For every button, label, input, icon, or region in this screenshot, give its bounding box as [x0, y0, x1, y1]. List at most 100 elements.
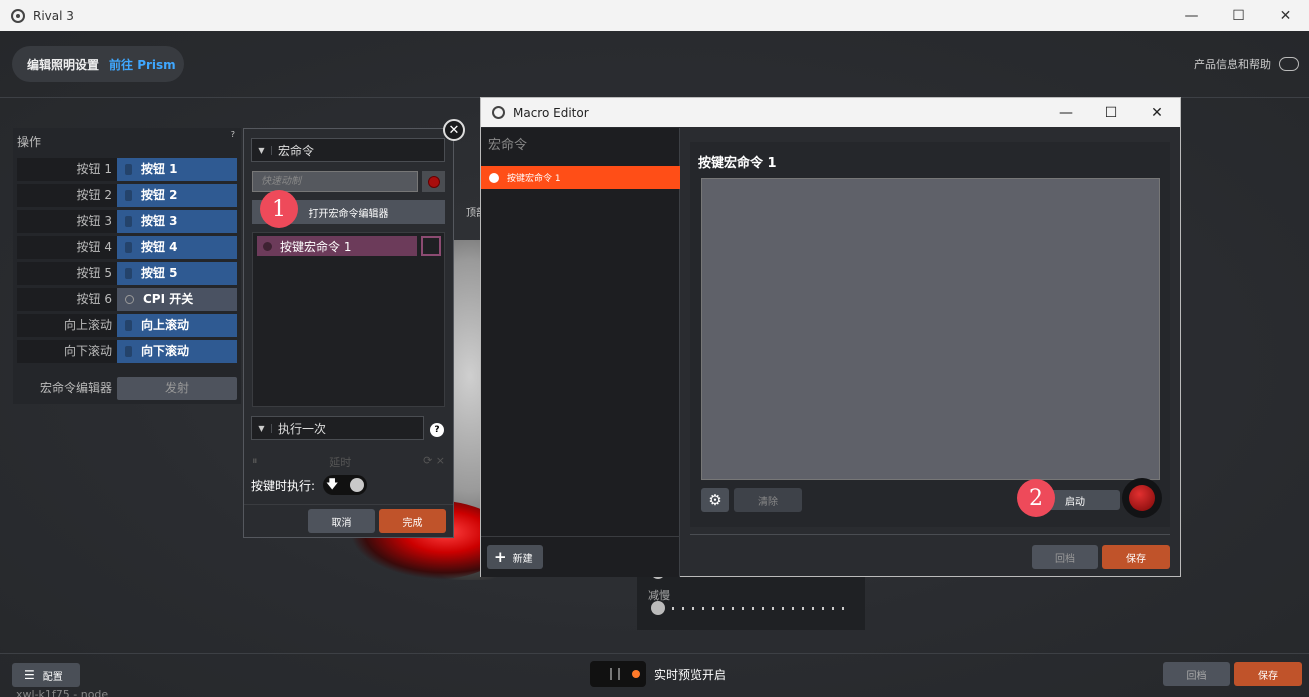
- cancel-button[interactable]: 取消: [308, 509, 375, 533]
- macro-name-title: 按键宏命令 1: [698, 156, 777, 171]
- toggle-grip-icon: [610, 668, 620, 680]
- binding-row-4: 按钮 4 按钮 4: [17, 236, 237, 259]
- binding-row-6: 按钮 6 CPI 开关: [17, 288, 237, 311]
- slider-track[interactable]: [652, 607, 852, 610]
- binding-value[interactable]: 按钮 3: [117, 210, 237, 233]
- pause-icon[interactable]: ⏸: [252, 454, 258, 470]
- mouse-button-icon: [125, 346, 132, 357]
- list-icon: ☰: [24, 668, 35, 682]
- macro-sidebar-item-label: 按键宏命令 1: [507, 174, 561, 184]
- help-cloud-icon: [1279, 57, 1299, 71]
- macro-list: 按键宏命令 1: [252, 232, 445, 407]
- minimize-button[interactable]: —: [1168, 0, 1215, 31]
- macro-editor-label: 宏命令编辑器: [39, 381, 112, 395]
- settings-gear-button[interactable]: ⚙: [701, 488, 729, 512]
- binding-value[interactable]: 按钮 5: [117, 262, 237, 285]
- binding-value[interactable]: 按钮 1: [117, 158, 237, 181]
- step-badge-2: 2: [1017, 479, 1055, 517]
- binding-value-text: 按钮 2: [141, 188, 178, 202]
- binding-value[interactable]: 按钮 4: [117, 236, 237, 259]
- divider: [0, 653, 1309, 654]
- mouse-button-icon: [125, 216, 132, 227]
- macro-checkbox[interactable]: [421, 236, 441, 256]
- binding-label: 按钮 1: [17, 158, 117, 181]
- execute-help-icon[interactable]: ?: [430, 423, 444, 437]
- binding-row-5: 按钮 5 按钮 5: [17, 262, 237, 285]
- dropdown-arrow-icon: ▼: [252, 145, 272, 155]
- macro-list-item[interactable]: 按键宏命令 1: [257, 236, 417, 256]
- macro-sidebar-header: 宏命令: [488, 138, 528, 153]
- config-label: 配置: [42, 671, 63, 683]
- binding-value-text: 按钮 3: [141, 214, 178, 228]
- go-prism-link[interactable]: 前往 Prism: [109, 56, 176, 73]
- help-icon[interactable]: ?: [231, 130, 235, 139]
- delay-option[interactable]: 延时: [329, 454, 351, 470]
- action-type-value: 宏命令: [278, 143, 315, 158]
- help-link[interactable]: 产品信息和帮助: [1194, 56, 1299, 72]
- window-controls: — ☐ ✕: [1168, 0, 1309, 31]
- press-execute-toggle[interactable]: 🡇: [323, 475, 368, 495]
- execute-mode-value: 执行一次: [278, 421, 327, 436]
- button-assignment-panel: 操作 ? 按钮 1 按钮 1 按钮 2 按钮 2 按钮 3 按钮 3 按钮 4 …: [13, 128, 241, 404]
- binding-row-1: 按钮 1 按钮 1: [17, 158, 237, 181]
- macro-event-area[interactable]: [701, 178, 1160, 480]
- record-icon: [1129, 485, 1155, 511]
- config-button[interactable]: ☰ 配置: [12, 663, 80, 687]
- mouse-button-icon: [125, 242, 132, 253]
- binding-value-text: 向下滚动: [141, 344, 190, 358]
- binding-label: 向上滚动: [17, 314, 117, 337]
- record-button[interactable]: [422, 171, 445, 192]
- quick-record-input[interactable]: 快速动制: [252, 171, 418, 192]
- binding-value-text: 按钮 5: [141, 266, 178, 280]
- slider-knob[interactable]: [651, 601, 665, 615]
- new-macro-button[interactable]: + 新建: [487, 545, 543, 569]
- action-type-select[interactable]: ▼ 宏命令: [251, 138, 445, 162]
- step-badge-1: 1: [260, 190, 298, 228]
- lighting-bar: 编辑照明设置 前往 Prism: [12, 46, 184, 82]
- press-execute-row: 按键时执行: 🡇: [251, 475, 368, 495]
- cpi-icon: [125, 295, 134, 304]
- record-icon: [427, 175, 440, 188]
- binding-value[interactable]: 向下滚动: [117, 340, 237, 363]
- mouse-button-icon: [125, 190, 132, 201]
- me-maximize-button[interactable]: ☐: [1088, 98, 1134, 127]
- binding-value-text: 按钮 1: [141, 162, 178, 176]
- divider: [244, 504, 453, 505]
- close-button[interactable]: ✕: [1262, 0, 1309, 31]
- save-button[interactable]: 保存: [1234, 662, 1302, 686]
- macro-sidebar-item[interactable]: 按键宏命令 1: [481, 166, 680, 189]
- me-revert-button[interactable]: 回档: [1032, 545, 1098, 569]
- me-close-button[interactable]: ✕: [1134, 98, 1180, 127]
- mouse-button-icon: [125, 164, 132, 175]
- me-minimize-button[interactable]: —: [1043, 98, 1089, 127]
- binding-value[interactable]: 向上滚动: [117, 314, 237, 337]
- preview-led-icon: [632, 670, 640, 678]
- repeat-icon[interactable]: ⟳ ×: [423, 454, 445, 470]
- revert-button[interactable]: 回档: [1163, 662, 1230, 686]
- maximize-button[interactable]: ☐: [1215, 0, 1262, 31]
- binding-label: 按钮 4: [17, 236, 117, 259]
- execute-mode-select[interactable]: ▼ 执行一次: [251, 416, 424, 440]
- live-preview-label: 实时预览开启: [654, 667, 727, 682]
- binding-value[interactable]: CPI 开关: [117, 288, 237, 311]
- macro-editor-row: 宏命令编辑器 发射: [17, 377, 237, 400]
- binding-label: 按钮 3: [17, 210, 117, 233]
- new-macro-label: 新建: [512, 553, 533, 565]
- binding-value-text: 向上滚动: [141, 318, 190, 332]
- press-execute-label: 按键时执行:: [251, 478, 316, 493]
- popup-close-button[interactable]: ✕: [443, 119, 465, 141]
- fire-button[interactable]: 发射: [117, 377, 237, 400]
- plus-icon: +: [494, 548, 507, 566]
- divider: [690, 534, 1170, 535]
- binding-value[interactable]: 按钮 2: [117, 184, 237, 207]
- binding-label: 按钮 2: [17, 184, 117, 207]
- record-button-large[interactable]: [1122, 478, 1162, 518]
- live-preview-toggle[interactable]: [590, 661, 646, 687]
- binding-row-3: 按钮 3 按钮 3: [17, 210, 237, 233]
- macro-editor-titlebar: Macro Editor — ☐ ✕: [481, 98, 1180, 127]
- done-button[interactable]: 完成: [379, 509, 446, 533]
- me-save-button[interactable]: 保存: [1102, 545, 1170, 569]
- clear-button[interactable]: 清除: [734, 488, 802, 512]
- macro-item-label: 按键宏命令 1: [280, 239, 352, 254]
- binding-label: 按钮 6: [17, 288, 117, 311]
